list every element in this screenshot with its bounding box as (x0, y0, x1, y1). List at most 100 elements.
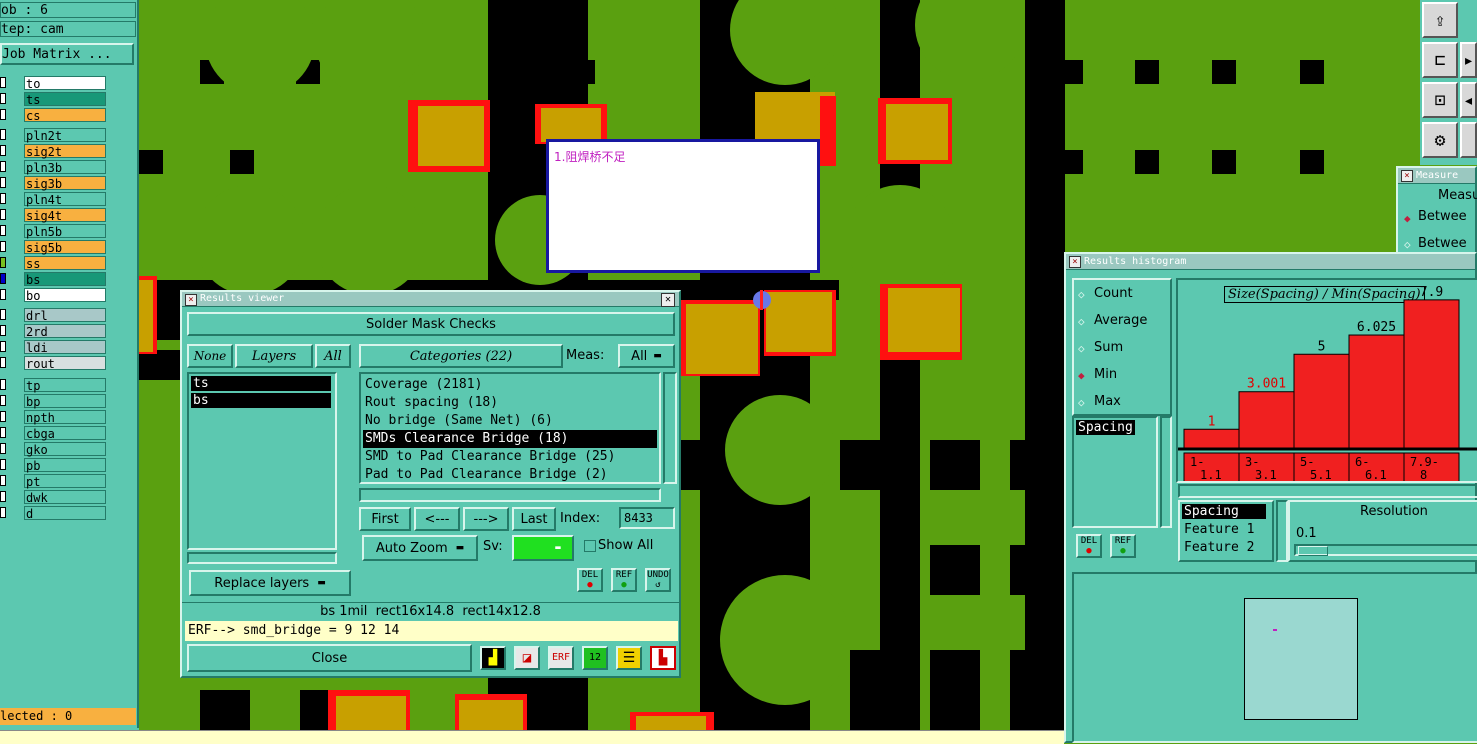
snapshot-icon[interactable]: ◪ (514, 646, 540, 670)
layer-row[interactable]: rout (0, 356, 108, 371)
layer-row[interactable]: ss (0, 256, 108, 271)
mode-option[interactable]: ◇ Count (1078, 286, 1168, 306)
category-item[interactable]: SMD to Pad Clearance Bridge (25) (363, 448, 657, 466)
mode-option[interactable]: ◇ Average (1078, 313, 1168, 333)
layer-row[interactable]: 2rd (0, 324, 108, 339)
layer-row[interactable]: npth (0, 410, 108, 425)
auto-zoom-select[interactable]: Auto Zoom ▬ (362, 535, 478, 561)
layer-row[interactable]: pt (0, 474, 108, 489)
categories-hscroll[interactable] (359, 488, 661, 502)
histogram-icon[interactable]: ▙ (650, 646, 676, 670)
layer-row[interactable]: sig2t (0, 144, 108, 159)
radio-on-icon[interactable]: ◆ (1404, 212, 1411, 225)
layer-row[interactable]: pln3b (0, 160, 108, 175)
layer-row[interactable]: sig3b (0, 176, 108, 191)
report-icon[interactable]: ☰ (616, 646, 642, 670)
ref-button[interactable]: REF ● (611, 568, 637, 592)
category-item[interactable]: Rout spacing (18) (363, 394, 657, 412)
layers-button[interactable]: Layers (235, 344, 313, 368)
layer-select-box[interactable] (0, 507, 6, 518)
selected-layer-item[interactable]: bs (191, 393, 331, 408)
layer-select-box[interactable] (0, 129, 6, 140)
layer-select-box[interactable] (0, 357, 6, 368)
misc-icon[interactable] (1460, 122, 1477, 158)
category-item[interactable]: No bridge (Same Net) (6) (363, 412, 657, 430)
layer-listbox[interactable]: ts bs (187, 372, 337, 550)
categories-listbox[interactable]: Coverage (2181) Rout spacing (18) No bridg… (359, 372, 661, 484)
feature-item[interactable]: Spacing (1182, 504, 1266, 519)
category-item[interactable]: SMDs Clearance Bridge (18) (363, 430, 657, 448)
note-popup[interactable]: 1.阻焊桥不足 (546, 139, 820, 273)
erf-disable-icon[interactable]: ERF (548, 646, 574, 670)
category-item[interactable]: Pad to Pad Clearance Bridge (2) (363, 466, 657, 484)
graphic-mode-icon[interactable]: ▟ (480, 646, 506, 670)
zoom-side-icon[interactable]: ◂ (1460, 82, 1477, 118)
layer-select-box[interactable] (0, 257, 6, 268)
histogram-bar[interactable] (1403, 299, 1460, 449)
window-menu-icon[interactable]: × (185, 294, 197, 306)
window-menu-icon[interactable]: × (1069, 256, 1081, 268)
layer-row[interactable]: d (0, 506, 108, 521)
sv-color-select[interactable]: ▬ (512, 535, 574, 561)
layer-select-box[interactable] (0, 241, 6, 252)
preview-area[interactable] (1072, 572, 1477, 743)
feature-item[interactable]: Feature 1 (1182, 522, 1256, 537)
histogram-list-item[interactable]: Spacing (1076, 420, 1135, 435)
layer-row[interactable]: ts (0, 92, 108, 107)
histogram-list-vscroll[interactable] (1160, 416, 1172, 528)
fit-icon[interactable]: ⊡ (1422, 82, 1458, 118)
slider-thumb[interactable] (1298, 546, 1328, 556)
layer-select-box[interactable] (0, 289, 6, 300)
last-button[interactable]: Last (512, 507, 556, 531)
prev-button[interactable]: <--- (414, 507, 460, 531)
frame-right-icon[interactable]: ▸ (1460, 42, 1477, 78)
layer-row[interactable]: bp (0, 394, 108, 409)
measure-option-2[interactable]: Betwee (1418, 236, 1467, 251)
layer-row[interactable]: to (0, 76, 108, 91)
layer-select-box[interactable] (0, 145, 6, 156)
frame-left-icon[interactable]: ⊏ (1422, 42, 1458, 78)
histogram-list[interactable]: Spacing (1072, 416, 1158, 528)
feature-item[interactable]: Feature 2 (1182, 540, 1256, 555)
layer-select-box[interactable] (0, 475, 6, 486)
mode-option[interactable]: ◇ Sum (1078, 340, 1168, 360)
layer-select-box[interactable] (0, 325, 6, 336)
raise-icon[interactable]: ⇪ (1422, 2, 1458, 38)
mode-option[interactable]: ◇ Max (1078, 394, 1168, 414)
layer-select-box[interactable] (0, 427, 6, 438)
layer-row[interactable]: ldi (0, 340, 108, 355)
selected-layer-item[interactable]: ts (191, 376, 331, 391)
layer-hscroll[interactable] (187, 552, 337, 564)
layer-select-box[interactable] (0, 443, 6, 454)
layer-row[interactable]: pln4t (0, 192, 108, 207)
mode-option[interactable]: ◆ Min (1078, 367, 1168, 387)
del-button[interactable]: DEL ● (577, 568, 603, 592)
histogram-ref-button[interactable]: REF ● (1110, 534, 1136, 558)
layer-select-box[interactable] (0, 379, 6, 390)
histogram-bar[interactable] (1293, 353, 1350, 449)
layer-select-box[interactable] (0, 395, 6, 406)
replace-layers-button[interactable]: Replace layers ▬ (189, 570, 351, 596)
layer-row[interactable]: gko (0, 442, 108, 457)
layer-row[interactable]: drl (0, 308, 108, 323)
layer-row[interactable]: pb (0, 458, 108, 473)
histogram-del-button[interactable]: DEL ● (1076, 534, 1102, 558)
layer-select-box[interactable] (0, 225, 6, 236)
layer-select-box[interactable] (0, 77, 6, 88)
first-button[interactable]: First (359, 507, 411, 531)
layer-select-box[interactable] (0, 273, 6, 284)
layer-row[interactable]: pln2t (0, 128, 108, 143)
order-icon[interactable]: 12 (582, 646, 608, 670)
close-x-icon[interactable]: ✕ (661, 293, 675, 307)
layer-row[interactable]: bo (0, 288, 108, 303)
meas-select[interactable]: All ▬ (618, 344, 675, 368)
layer-row[interactable]: tp (0, 378, 108, 393)
layer-select-box[interactable] (0, 93, 6, 104)
layer-select-box[interactable] (0, 193, 6, 204)
layer-select-box[interactable] (0, 309, 6, 320)
layer-row[interactable]: bs (0, 272, 108, 287)
layer-select-box[interactable] (0, 459, 6, 470)
categories-vscroll[interactable] (663, 372, 677, 484)
job-matrix-button[interactable]: Job Matrix ... (0, 43, 134, 65)
categories-button[interactable]: Categories (22) (359, 344, 563, 368)
